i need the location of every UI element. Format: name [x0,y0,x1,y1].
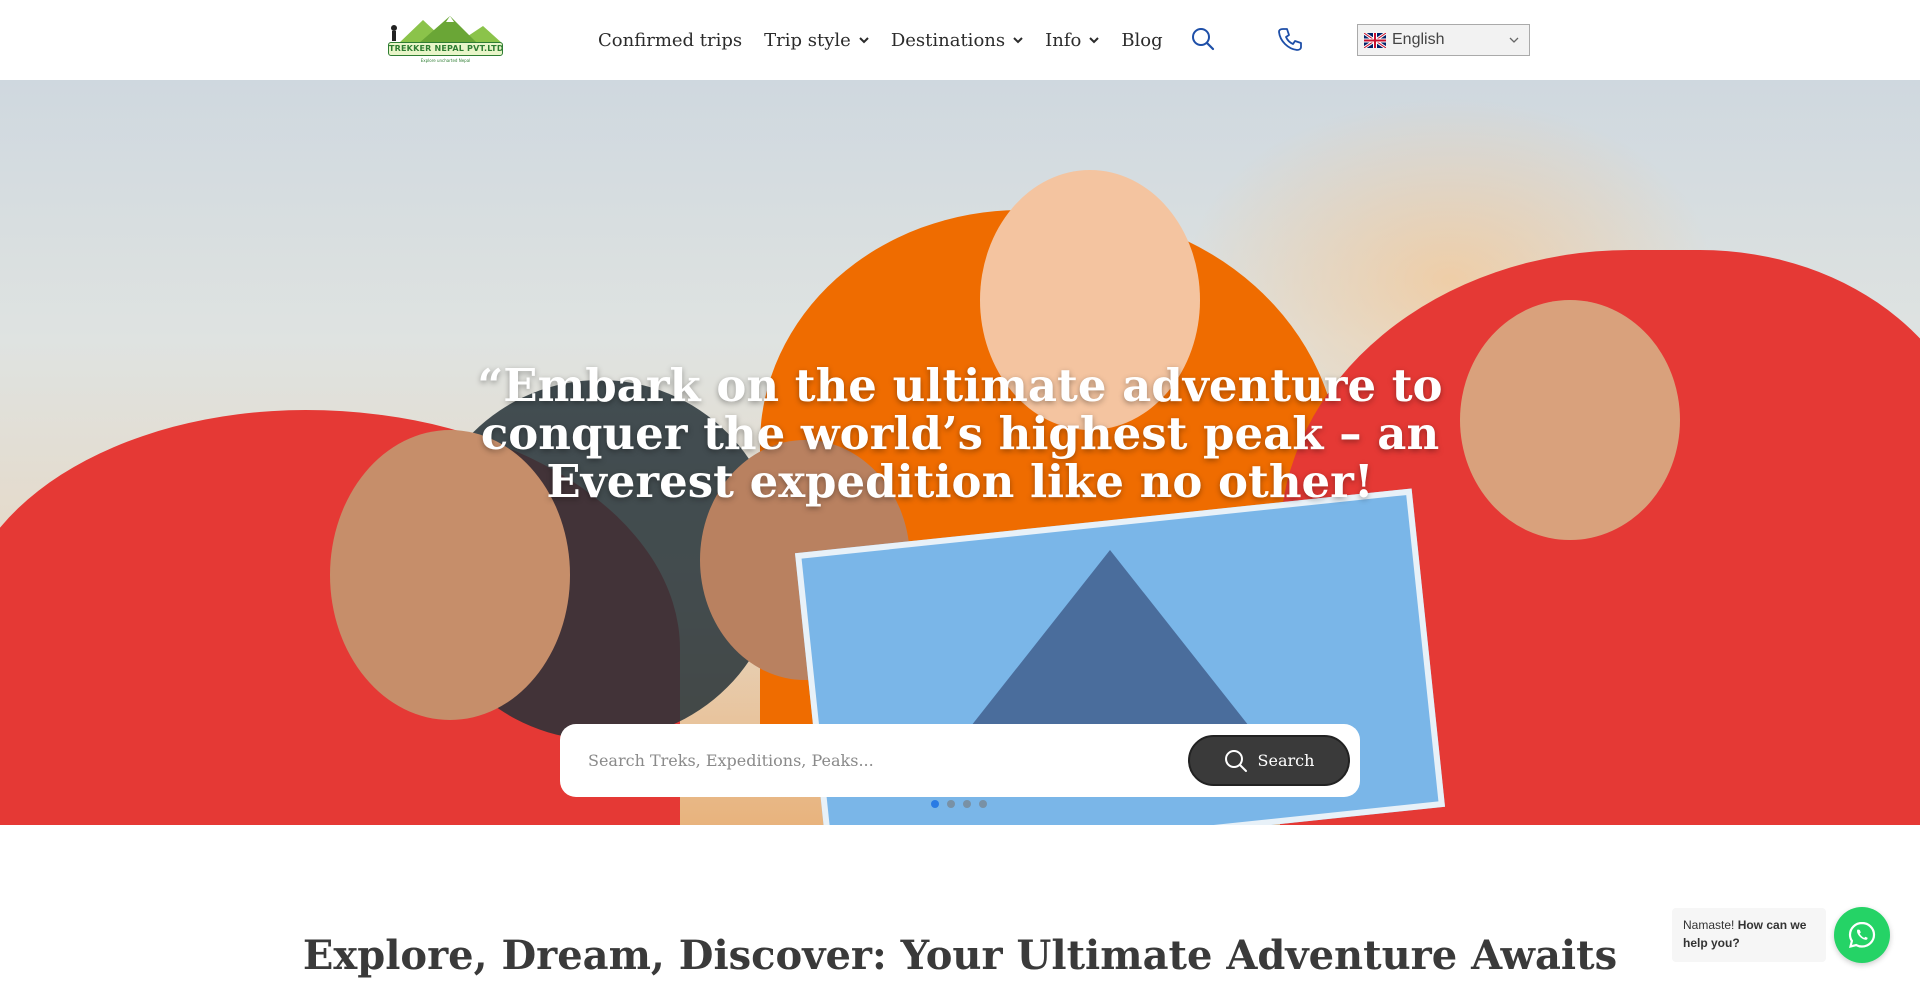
whatsapp-greeting-text: Namaste! [1683,918,1738,932]
nav-destinations[interactable]: Destinations [891,30,1023,51]
hero-banner: “Embark on the ultimate adventure to con… [0,80,1920,825]
slide-dot-4[interactable] [979,800,987,808]
search-input[interactable] [588,742,1128,778]
nav-label: Destinations [890,29,1006,51]
nav-label: Confirmed trips [598,29,743,51]
nav-label: Info [1045,29,1082,51]
mountain-logo-icon [391,16,503,44]
nav-label: Trip style [764,29,851,51]
main-nav: Confirmed trips Trip style Destinations … [598,26,1185,54]
section-title: Explore, Dream, Discover: Your Ultimate … [302,932,1618,979]
whatsapp-icon [1848,921,1876,948]
logo-wordmark: TREKKER NEPAL PVT.LTD [388,42,503,56]
language-select[interactable]: English [1357,24,1530,56]
nav-info[interactable]: Info [1045,29,1100,51]
language-label: English [1392,31,1445,48]
whatsapp-greeting[interactable]: Namaste! How can we help you? [1672,908,1826,962]
search-button[interactable]: Search [1188,735,1350,786]
nav-trip-style[interactable]: Trip style [764,30,869,51]
chevron-down-icon [1509,37,1519,43]
hero-search-bar: Search [560,724,1360,797]
chevron-down-icon [1089,37,1100,44]
slide-dot-3[interactable] [963,800,971,808]
nav-label: Blog [1121,29,1163,51]
slide-dot-1[interactable] [931,800,939,808]
search-icon [1224,749,1247,772]
nav-blog[interactable]: Blog [1121,30,1162,51]
site-logo[interactable]: TREKKER NEPAL PVT.LTD Explore uncharted … [388,14,503,64]
search-button-label: Search [1257,751,1315,770]
nav-confirmed-trips[interactable]: Confirmed trips [598,30,742,51]
hero-title: “Embark on the ultimate adventure to con… [477,359,1443,508]
uk-flag-icon [1364,32,1386,48]
site-header: TREKKER NEPAL PVT.LTD Explore uncharted … [0,0,1920,80]
logo-tagline: Explore uncharted Nepal [420,58,471,63]
chevron-down-icon [859,37,869,44]
chevron-down-icon [1013,37,1023,44]
slider-pagination [931,800,995,808]
whatsapp-button[interactable] [1834,907,1890,963]
search-icon[interactable] [1190,26,1216,52]
phone-icon[interactable] [1277,26,1303,52]
slide-dot-2[interactable] [947,800,955,808]
